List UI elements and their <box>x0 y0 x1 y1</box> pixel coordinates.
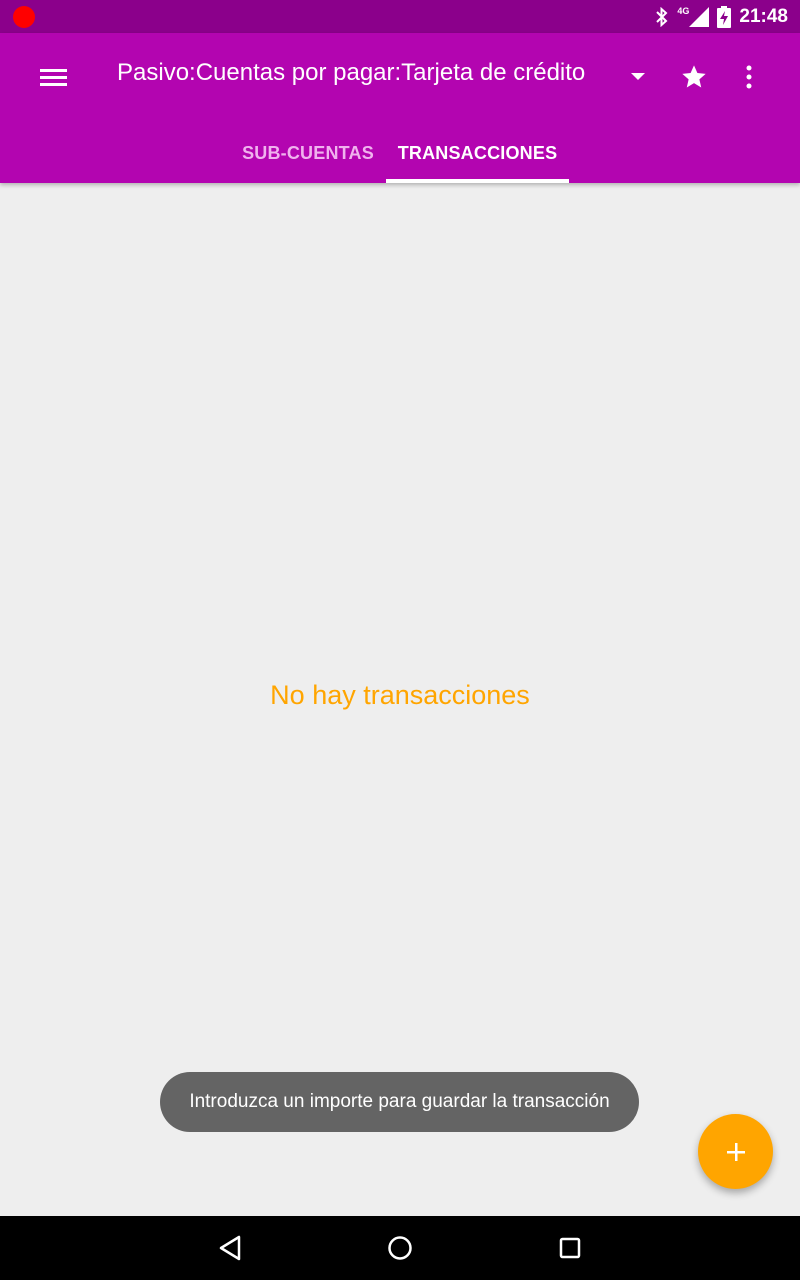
tab-transacciones[interactable]: TRANSACCIONES <box>386 123 569 183</box>
network-type: 4G <box>677 5 690 16</box>
toast-message: Introduzca un importe para guardar la tr… <box>160 1072 639 1132</box>
home-icon <box>388 1236 412 1260</box>
tab-bar: SUB-CUENTAS TRANSACCIONES <box>0 123 800 183</box>
toast-text: Introduzca un importe para guardar la tr… <box>189 1091 610 1112</box>
overflow-menu-icon[interactable] <box>728 53 770 101</box>
recents-icon <box>559 1237 581 1259</box>
empty-state-message: No hay transacciones <box>270 680 530 710</box>
add-transaction-button[interactable] <box>698 1114 773 1189</box>
app-toolbar: Pasivo:Cuentas por pagar:Tarjeta de créd… <box>0 33 800 183</box>
back-icon <box>219 1235 241 1261</box>
dropdown-arrow-icon[interactable] <box>620 55 656 99</box>
menu-icon[interactable] <box>26 53 82 101</box>
recents-button[interactable] <box>540 1228 600 1268</box>
home-button[interactable] <box>370 1228 430 1268</box>
plus-icon <box>726 1142 745 1161</box>
status-time: 21:48 <box>739 5 788 27</box>
back-button[interactable] <box>200 1228 260 1268</box>
page-title[interactable]: Pasivo:Cuentas por pagar:Tarjeta de créd… <box>117 59 585 87</box>
tab-sub-cuentas[interactable]: SUB-CUENTAS <box>230 123 386 183</box>
recording-dot-icon <box>13 6 35 28</box>
status-bar: 4G 21:48 <box>0 0 800 33</box>
status-icons: 4G 21:48 <box>655 0 788 33</box>
tab-indicator <box>386 179 569 183</box>
navigation-bar <box>0 1216 800 1280</box>
bluetooth-icon <box>656 6 668 27</box>
battery-charging-icon <box>717 5 732 28</box>
signal-icon <box>689 6 710 27</box>
star-icon[interactable] <box>670 53 718 101</box>
